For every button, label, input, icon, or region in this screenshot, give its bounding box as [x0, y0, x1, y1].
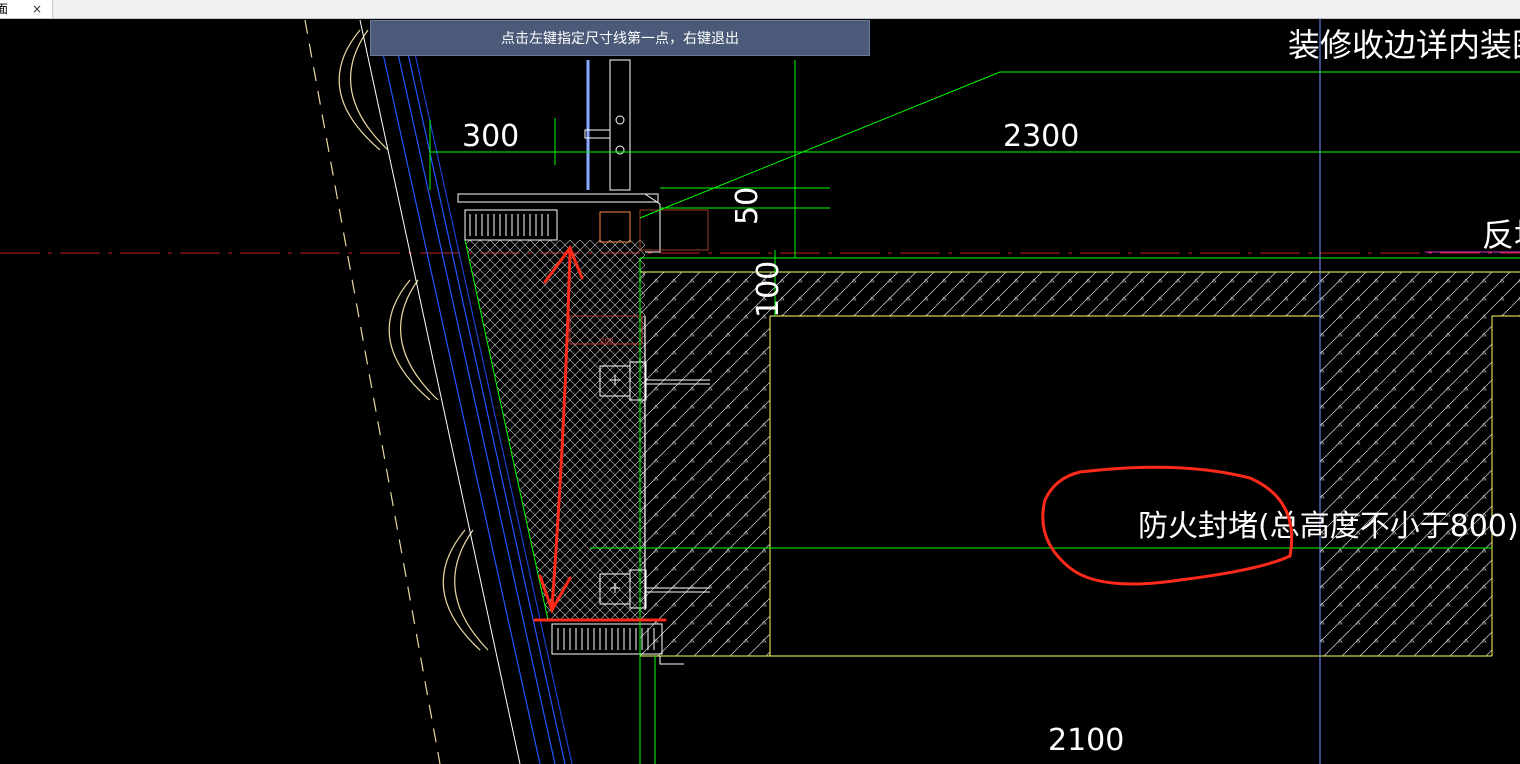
plant-symbols [304, 19, 489, 764]
document-tab[interactable]: 面 × [0, 0, 53, 18]
dim-100: 100 [751, 261, 786, 318]
document-tab-bar: 面 × [0, 0, 1520, 19]
dim-300: 300 [462, 119, 519, 154]
drawing-title: 装修收边详内装图 [1288, 26, 1520, 64]
dim-2100: 2100 [1048, 723, 1124, 758]
command-prompt-tooltip: 点击左键指定尺寸线第一点，右键退出 [370, 20, 870, 56]
concrete-slab [640, 271, 1520, 657]
close-icon[interactable]: × [30, 0, 44, 18]
dim-small-label: 200 [600, 337, 613, 345]
dim-2300: 2300 [1003, 119, 1079, 154]
right-edge-label: 反坎 [1482, 216, 1520, 254]
firestop-annotation: 防火封堵(总高度不小于800) [1138, 509, 1519, 544]
document-tab-label: 面 [0, 2, 9, 16]
cad-drawing-canvas[interactable]: 200 300 2300 50 100 2100 装修收边详内装图 反坎 防火封… [0, 18, 1520, 764]
dim-50: 50 [730, 187, 765, 225]
top-bracket [457, 59, 661, 253]
